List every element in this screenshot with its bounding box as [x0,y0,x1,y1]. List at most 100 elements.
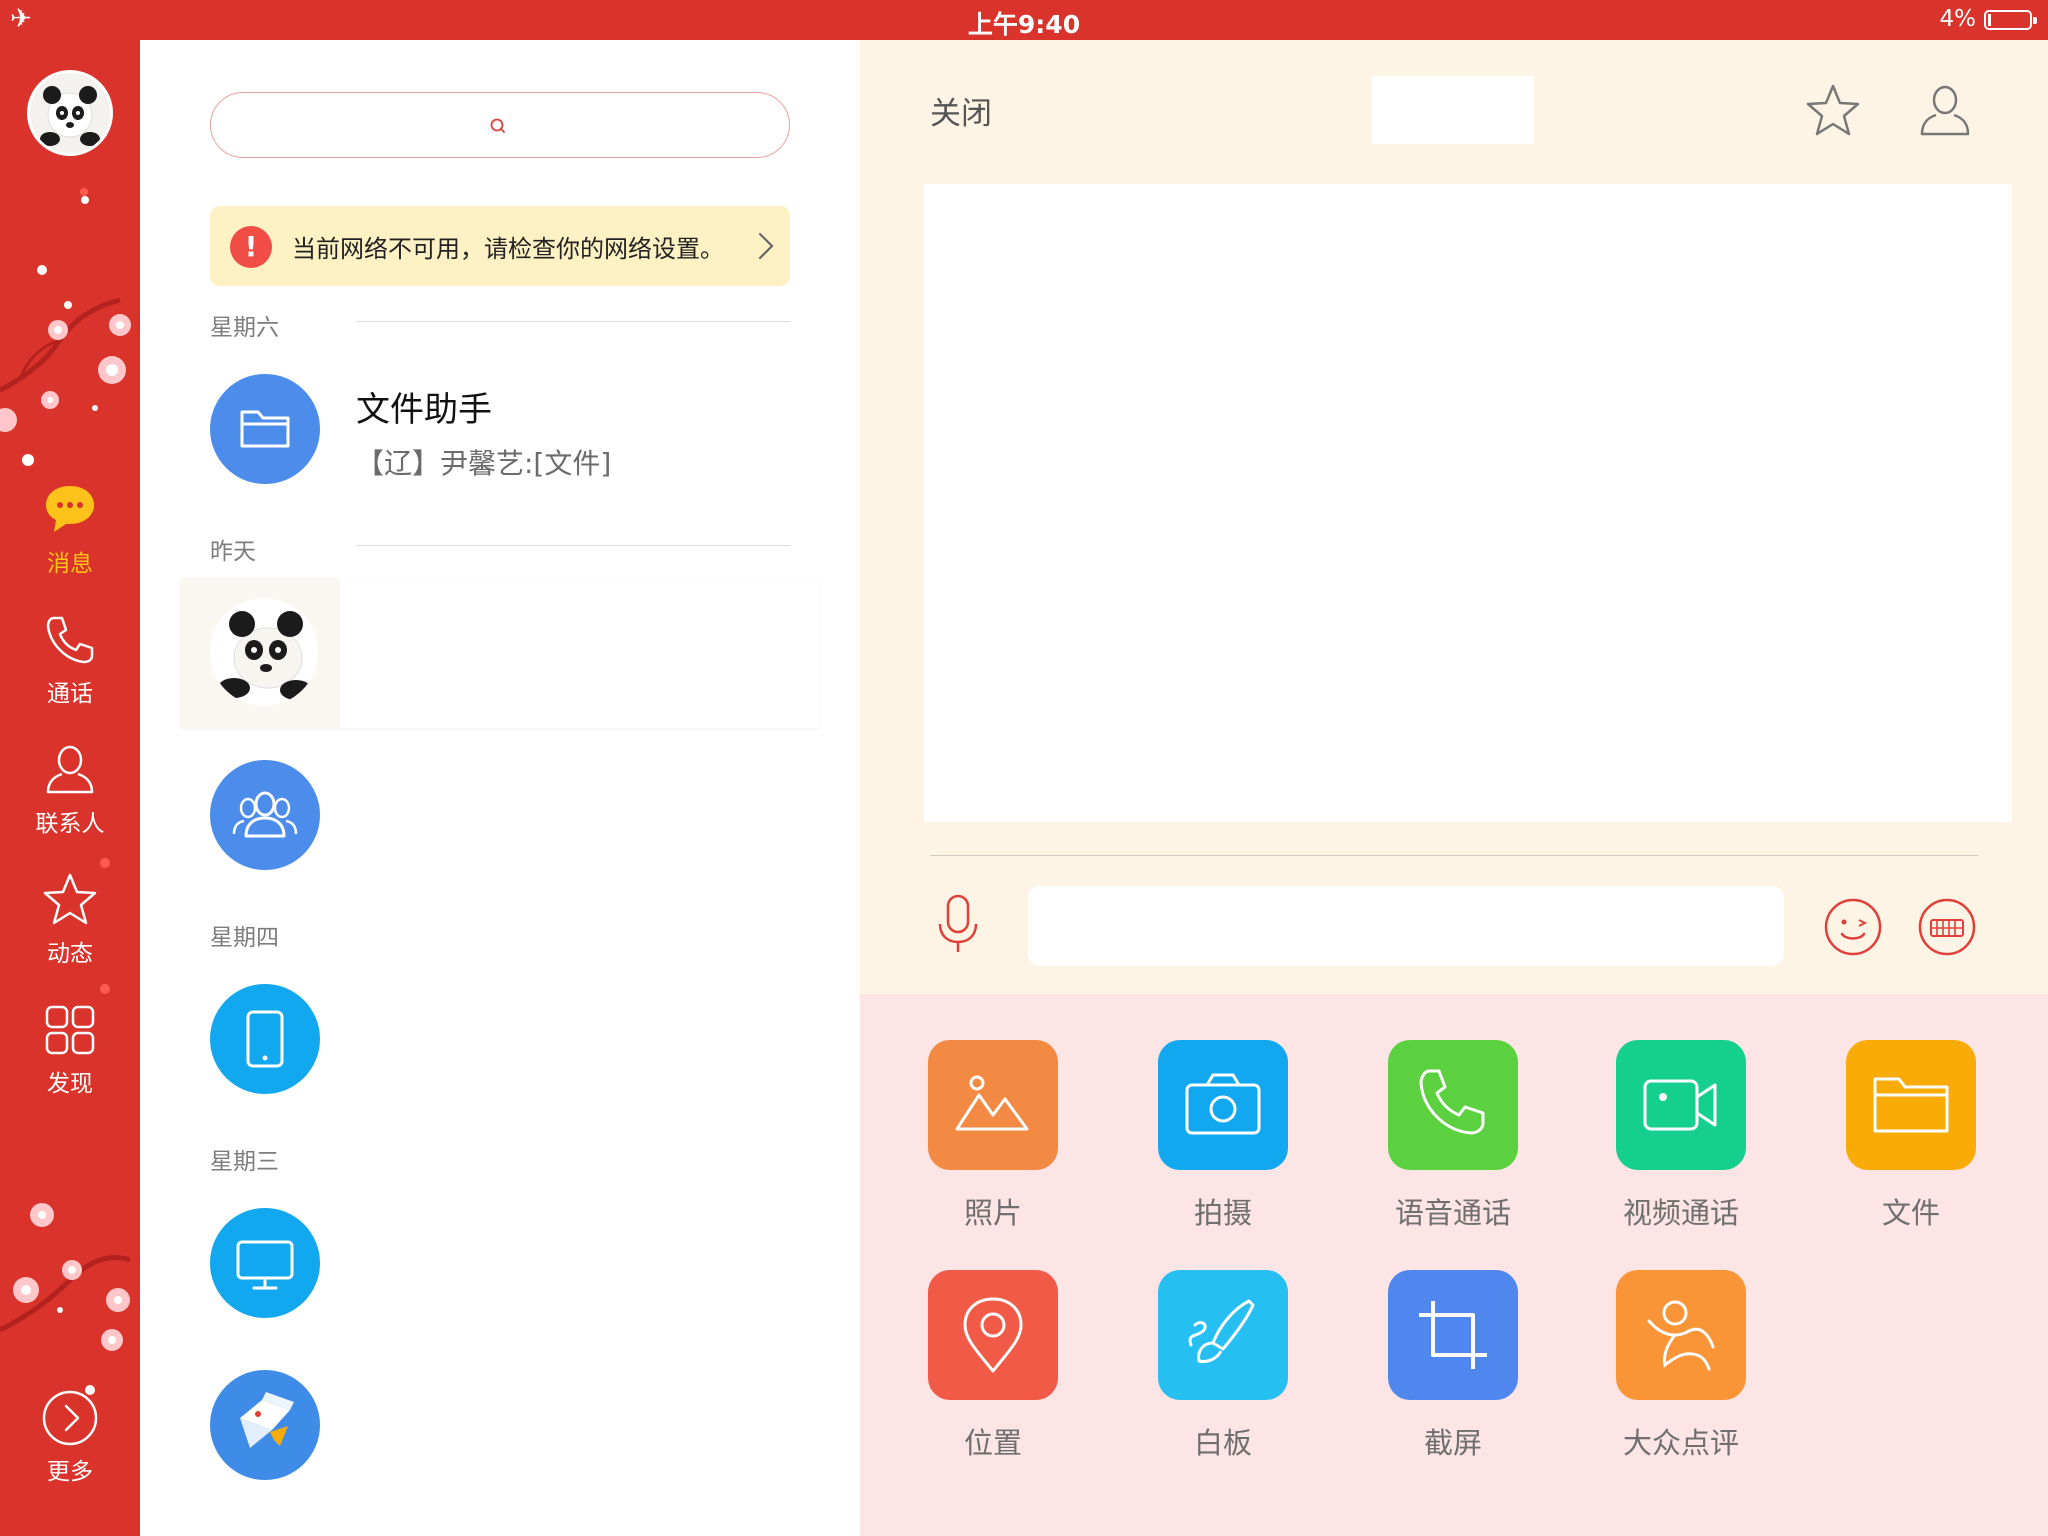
profile-button[interactable] [1914,80,1976,145]
file-helper-avatar[interactable] [210,374,320,484]
group-icon [232,791,298,838]
conversation-row-selected[interactable] [180,578,820,728]
tool-label: 照片 [963,1196,1022,1230]
folder-icon [240,410,290,448]
video-call-icon [1643,1079,1717,1131]
tool-label: 文件 [1881,1196,1940,1230]
phone-icon [46,616,94,664]
conversation-title[interactable]: 文件助手 [356,382,492,431]
screenshot-tile [1388,1270,1518,1400]
mobile-device-avatar[interactable] [210,984,320,1094]
nav-item-discover[interactable]: 发现 [0,1000,140,1110]
nav-label: 动态 [47,941,93,967]
nav-label: 消息 [47,551,93,577]
tool-dianping[interactable]: 大众点评 [1616,1270,1746,1462]
keyboard-button[interactable] [1916,896,1978,961]
favorite-button[interactable] [1802,80,1864,145]
camera-icon [1185,1073,1261,1135]
whiteboard-tile [1158,1270,1288,1400]
photo-icon [955,1075,1029,1131]
phone-device-icon [246,1010,284,1068]
nav-item-messages[interactable]: 消息 [0,480,140,590]
conversation-list: ! 当前网络不可用，请检查你的网络设置。 星期六 文件助手 【辽】尹馨艺:[文件… [140,40,860,1536]
star-icon [43,873,97,925]
panda-icon [210,598,318,706]
battery-percentage: 4% [1939,6,1977,32]
microphone-icon [938,894,978,952]
nav-item-contacts[interactable]: 联系人 [0,740,140,850]
tool-label: 白板 [1193,1426,1252,1460]
plum-blossom-decoration [0,196,131,466]
chat-panel: 关闭 [860,40,2048,994]
panda-avatar [210,598,318,706]
nav-item-calls[interactable]: 通话 [0,610,140,720]
dianping-icon [1647,1300,1715,1371]
emoji-button[interactable] [1822,896,1884,961]
close-button[interactable]: 关闭 [930,88,992,133]
folder-icon [1873,1077,1949,1133]
divider [356,545,790,546]
tool-screenshot[interactable]: 截屏 [1388,1270,1518,1462]
section-label-wednesday: 星期三 [210,1149,279,1175]
location-icon [963,1297,1023,1373]
decoration-dot [80,188,88,196]
tool-video-call[interactable]: 视频通话 [1616,1040,1746,1232]
status-bar: ✈ 上午9:40 4% [0,0,2048,40]
user-avatar[interactable] [27,70,113,156]
section-label-thursday: 星期四 [210,925,279,951]
status-time: 上午9:40 [967,10,1081,39]
section-label-saturday: 星期六 [210,315,279,341]
divider [930,855,1978,856]
decoration-dot [100,858,110,868]
nav-item-more[interactable]: 更多 [0,1388,140,1498]
tool-label: 大众点评 [1622,1426,1739,1460]
chevron-right-icon [758,232,774,260]
network-warning-banner[interactable]: ! 当前网络不可用，请检查你的网络设置。 [210,206,790,286]
video-call-tile [1616,1040,1746,1170]
location-tile [928,1270,1058,1400]
network-warning-text: 当前网络不可用，请检查你的网络设置。 [292,235,724,263]
exclamation-icon: ! [230,226,272,268]
sidebar: 消息 通话 联系人 动态 发现 更多 [0,40,140,1536]
chevron-circle-icon [42,1390,98,1446]
tool-location[interactable]: 位置 [928,1270,1058,1462]
search-input[interactable] [231,103,771,147]
tool-label: 截屏 [1423,1426,1482,1460]
tool-label: 拍摄 [1193,1196,1252,1230]
search-box[interactable] [210,92,790,158]
chat-bubble-icon [46,486,94,532]
battery-icon [1984,10,2037,30]
phone-call-icon [1419,1069,1485,1135]
voice-input-button[interactable] [930,890,986,959]
panda-avatar-icon [30,73,110,153]
voice-call-tile [1388,1040,1518,1170]
conversation-preview: 【辽】尹馨艺:[文件] [356,447,612,480]
app-avatar[interactable] [210,1370,320,1480]
monitor-icon [236,1240,294,1290]
section-label-yesterday: 昨天 [210,539,256,565]
tool-label: 语音通话 [1394,1196,1511,1230]
tool-voice-call[interactable]: 语音通话 [1388,1040,1518,1232]
nav-label: 发现 [47,1071,93,1097]
divider [356,321,790,322]
tool-whiteboard[interactable]: 白板 [1158,1270,1288,1462]
computer-device-avatar[interactable] [210,1208,320,1318]
message-input[interactable] [1028,886,1784,966]
tool-photo[interactable]: 照片 [928,1040,1058,1232]
person-icon [46,745,94,794]
nav-item-moments[interactable]: 动态 [0,870,140,980]
tool-camera[interactable]: 拍摄 [1158,1040,1288,1232]
group-avatar[interactable] [210,760,320,870]
crop-icon [1419,1301,1487,1369]
dianping-tile [1616,1270,1746,1400]
nav-label: 通话 [47,681,93,707]
file-tile [1846,1040,1976,1170]
emoji-icon [1824,898,1882,956]
keyboard-icon [1918,898,1976,956]
grid-icon [45,1005,95,1055]
nav-label: 更多 [47,1459,93,1485]
tool-file[interactable]: 文件 [1846,1040,1976,1232]
attachment-panel: 照片 拍摄 语音通话 视频通话 文件 位置 白板 截屏 大众点评 [860,994,2048,1536]
nav-label: 联系人 [35,811,105,837]
message-area[interactable] [924,184,2012,822]
